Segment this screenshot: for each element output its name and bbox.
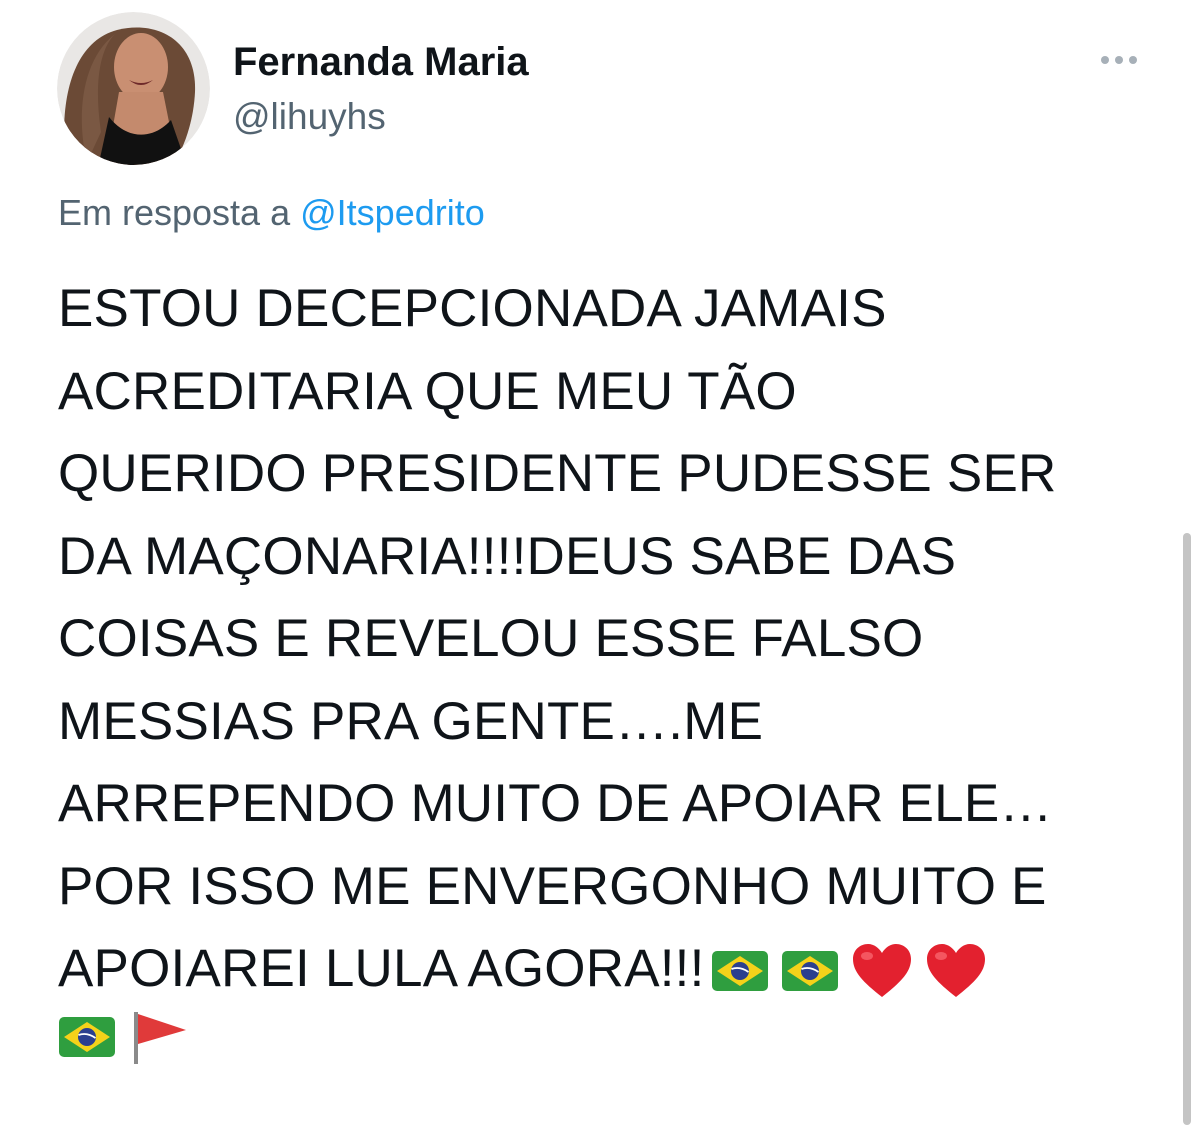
- scrollbar[interactable]: [1183, 533, 1191, 1125]
- red-heart-emoji: [851, 942, 913, 1000]
- brazil-flag-emoji: [711, 950, 769, 992]
- red-heart-emoji: [925, 942, 987, 1000]
- tweet-line: ARREPENDO MUITO DE APOIAR ELE…: [58, 774, 1053, 833]
- tweet-line-text: APOIAREI LULA AGORA!!!: [58, 939, 705, 998]
- author-handle[interactable]: @lihuyhs: [233, 94, 386, 140]
- tweet-line: DA MAÇONARIA!!!!DEUS SABE DAS: [58, 526, 957, 586]
- author-display-name[interactable]: Fernanda Maria: [233, 38, 529, 86]
- tweet-line: QUERIDO PRESIDENTE PUDESSE SER: [58, 444, 1057, 503]
- tweet-text: ESTOU DECEPCIONADA JAMAIS ACREDITARIA QU…: [58, 268, 1168, 1011]
- tweet-line-last: APOIAREI LULA AGORA!!!: [58, 928, 1168, 1011]
- profile-photo: [57, 12, 210, 165]
- inline-emojis: [711, 942, 987, 1000]
- more-horizontal-icon: [1101, 56, 1137, 64]
- tweet-line: ACREDITARIA QUE MEU TÃO: [58, 361, 797, 421]
- brazil-flag-emoji: [781, 950, 839, 992]
- tweet-line: POR ISSO ME ENVERGONHO MUITO E: [58, 856, 1047, 916]
- tweet-line: MESSIAS PRA GENTE….ME: [58, 691, 764, 751]
- reply-prefix: Em resposta a: [58, 192, 291, 233]
- more-options-button[interactable]: [1094, 44, 1144, 76]
- reply-mention-link[interactable]: @Itspedrito: [300, 192, 485, 233]
- reply-context: Em resposta a @Itspedrito: [58, 190, 485, 236]
- avatar[interactable]: [57, 12, 210, 165]
- emoji-row: [58, 1008, 190, 1066]
- tweet-line: ESTOU DECEPCIONADA JAMAIS: [58, 279, 887, 338]
- triangular-flag-emoji: [128, 1008, 190, 1066]
- brazil-flag-emoji: [58, 1016, 116, 1058]
- tweet-line: COISAS E REVELOU ESSE FALSO: [58, 609, 924, 668]
